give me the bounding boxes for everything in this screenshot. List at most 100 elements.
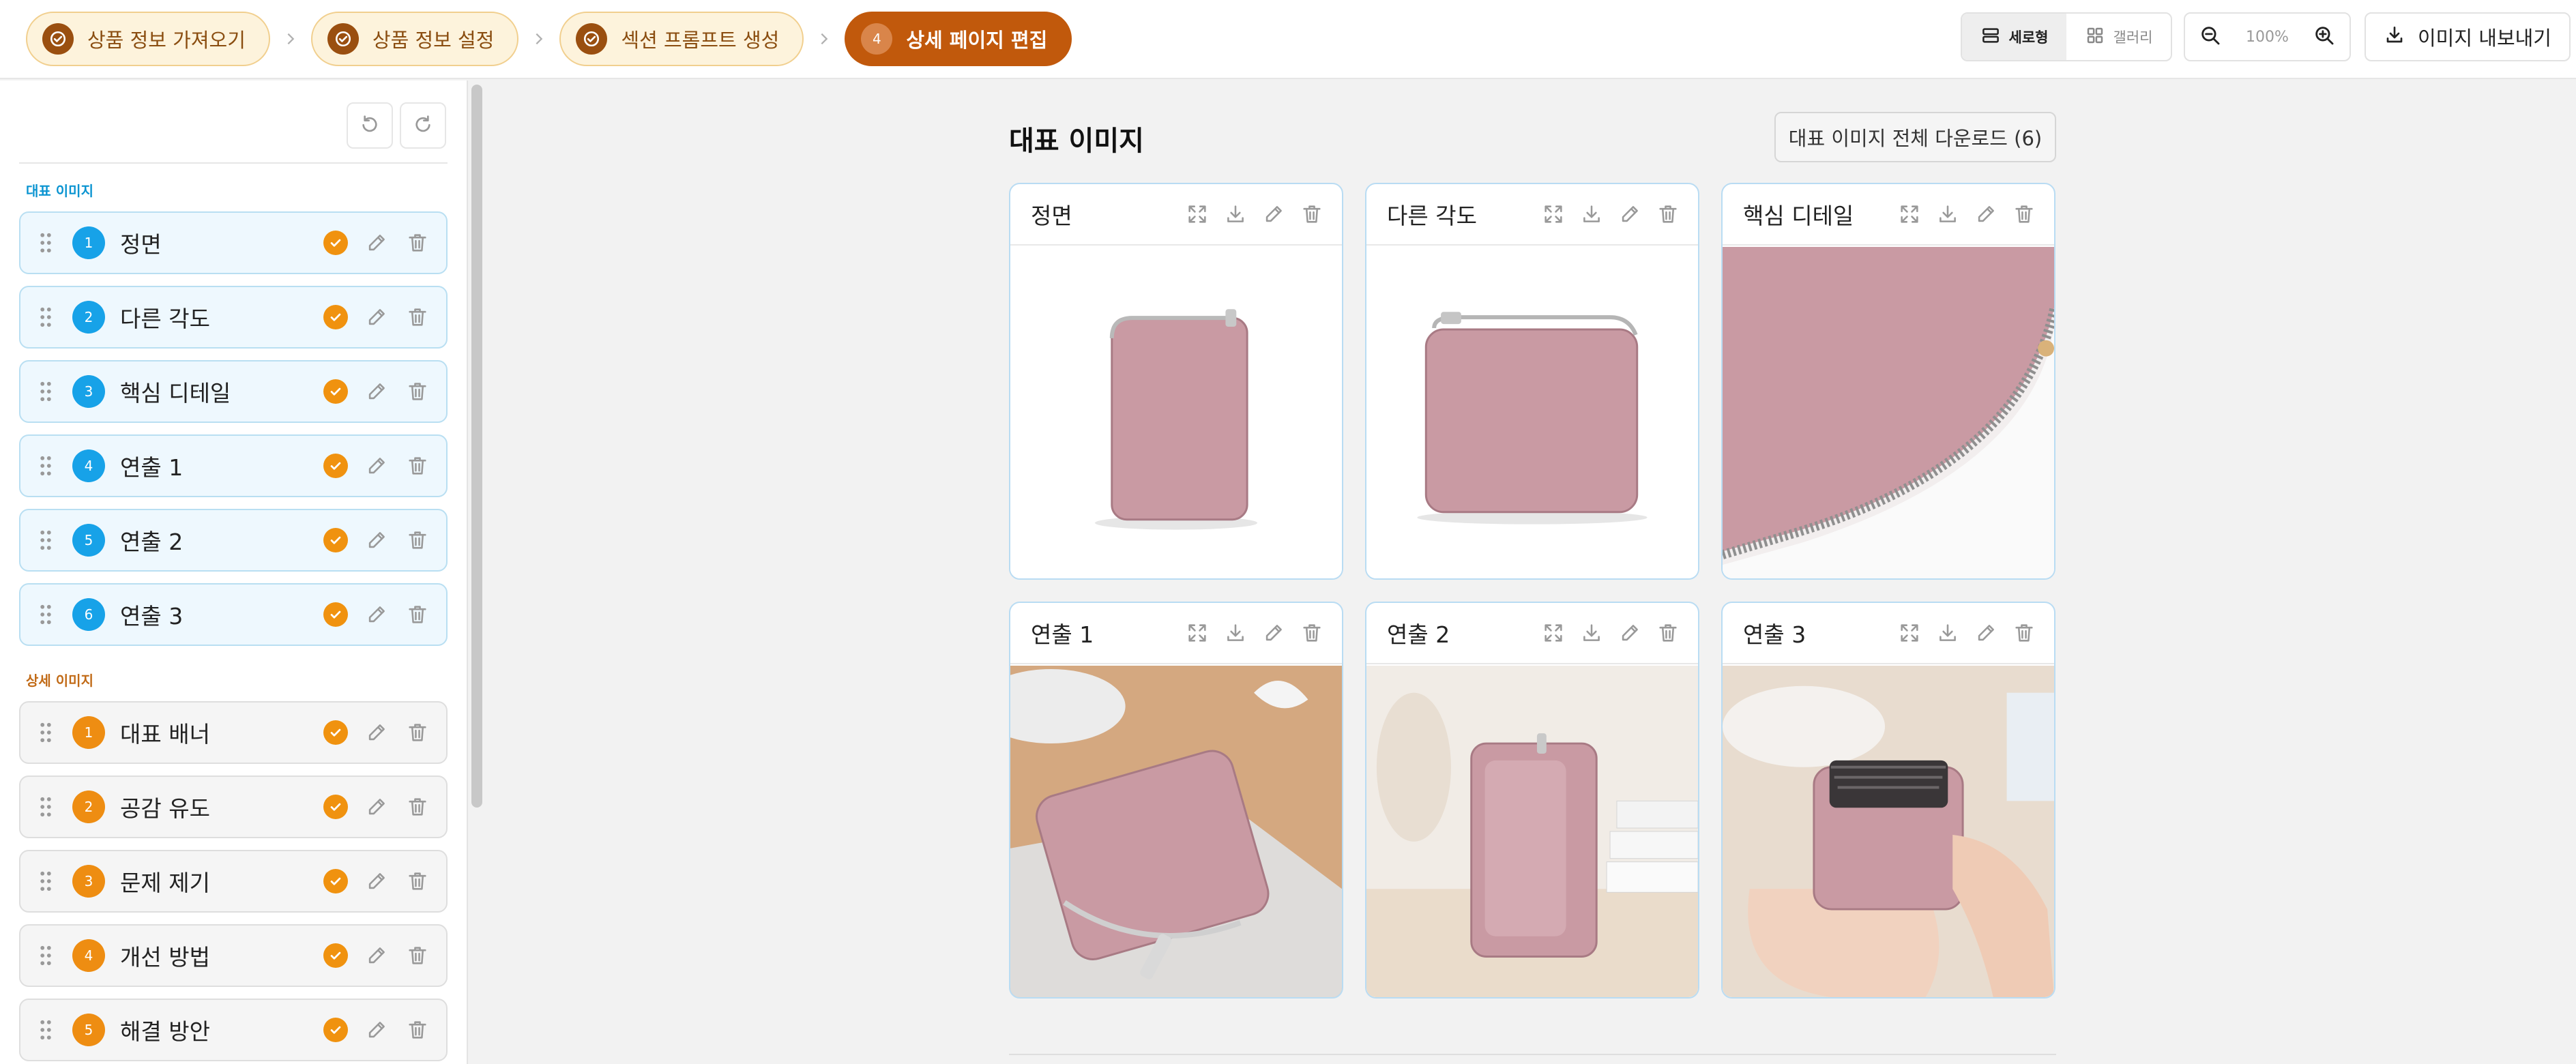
image-card[interactable]: 정면 [1009, 183, 1343, 580]
trash-icon[interactable] [405, 869, 430, 893]
trash-icon[interactable] [2012, 621, 2036, 645]
step-1[interactable]: 상품 정보 가져오기 [26, 12, 270, 66]
pencil-icon[interactable] [1261, 202, 1286, 226]
drag-handle-icon[interactable] [38, 945, 57, 966]
download-icon[interactable] [1935, 621, 1960, 645]
pencil-icon[interactable] [364, 943, 389, 968]
trash-icon[interactable] [405, 943, 430, 968]
trash-icon[interactable] [2012, 202, 2036, 226]
trash-icon[interactable] [405, 1018, 430, 1042]
trash-icon[interactable] [405, 528, 430, 552]
sidebar-item[interactable]: 2 다른 각도 [19, 286, 448, 349]
sidebar-item[interactable]: 5 연출 2 [19, 509, 448, 572]
drag-handle-icon[interactable] [38, 381, 57, 402]
trash-icon[interactable] [405, 720, 430, 745]
sidebar-item[interactable]: 4 개선 방법 [19, 924, 448, 987]
drag-handle-icon[interactable] [38, 870, 57, 892]
download-icon[interactable] [1223, 621, 1248, 645]
pencil-icon[interactable] [364, 305, 389, 329]
sidebar-item[interactable]: 6 연출 3 [19, 583, 448, 646]
image-card[interactable]: 연출 2 [1365, 602, 1699, 999]
undo-button[interactable] [347, 102, 393, 149]
pencil-icon[interactable] [1618, 202, 1642, 226]
zoom-out-icon[interactable] [2199, 24, 2222, 50]
pencil-icon[interactable] [1261, 621, 1286, 645]
step-4[interactable]: 4 상세 페이지 편집 [845, 12, 1072, 66]
expand-icon[interactable] [1897, 621, 1922, 645]
drag-handle-icon[interactable] [38, 722, 57, 743]
item-label: 해결 방안 [120, 1018, 210, 1045]
sidebar-item[interactable]: 4 연출 1 [19, 434, 448, 497]
redo-button[interactable] [400, 102, 446, 149]
card-header: 핵심 디테일 [1723, 184, 2054, 246]
pencil-icon[interactable] [364, 720, 389, 745]
trash-icon[interactable] [1656, 621, 1680, 645]
sidebar-item[interactable]: 1 대표 배너 [19, 701, 448, 764]
sidebar-item[interactable]: 3 핵심 디테일 [19, 360, 448, 423]
trash-icon[interactable] [405, 602, 430, 627]
export-button[interactable]: 이미지 내보내기 [2365, 12, 2571, 61]
product-image[interactable] [1366, 664, 1698, 997]
step-3[interactable]: 섹션 프롬프트 생성 [559, 12, 804, 66]
drag-handle-icon[interactable] [38, 455, 57, 477]
card-actions [1541, 202, 1680, 226]
drag-handle-icon[interactable] [38, 529, 57, 551]
drag-handle-icon[interactable] [38, 604, 57, 625]
drag-handle-icon[interactable] [38, 232, 57, 254]
product-image[interactable] [1723, 664, 2054, 997]
pencil-icon[interactable] [364, 231, 389, 255]
pencil-icon[interactable] [1618, 621, 1642, 645]
trash-icon[interactable] [405, 454, 430, 478]
sidebar-item[interactable]: 5 해결 방안 [19, 999, 448, 1061]
image-card[interactable]: 연출 3 [1721, 602, 2055, 999]
expand-icon[interactable] [1185, 621, 1210, 645]
view-vertical-button[interactable]: 세로형 [1962, 14, 2066, 60]
image-card[interactable]: 핵심 디테일 [1721, 183, 2055, 580]
trash-icon[interactable] [405, 305, 430, 329]
step-2[interactable]: 상품 정보 설정 [310, 12, 519, 66]
image-card[interactable]: 연출 1 [1009, 602, 1343, 999]
expand-icon[interactable] [1541, 621, 1566, 645]
pencil-icon[interactable] [364, 528, 389, 552]
pencil-icon[interactable] [364, 869, 389, 893]
drag-handle-icon[interactable] [38, 306, 57, 328]
product-image[interactable] [1010, 246, 1342, 578]
download-all-button[interactable]: 대표 이미지 전체 다운로드 (6) [1774, 112, 2056, 162]
product-image[interactable] [1010, 664, 1342, 997]
trash-icon[interactable] [1300, 621, 1324, 645]
trash-icon[interactable] [405, 795, 430, 819]
sidebar-item[interactable]: 1 정면 [19, 211, 448, 274]
trash-icon[interactable] [405, 231, 430, 255]
expand-icon[interactable] [1185, 202, 1210, 226]
expand-icon[interactable] [1541, 202, 1566, 226]
pencil-icon[interactable] [364, 795, 389, 819]
pencil-icon[interactable] [364, 602, 389, 627]
card-title: 핵심 디테일 [1743, 203, 1854, 229]
item-label: 문제 제기 [120, 870, 210, 896]
pencil-icon[interactable] [1974, 621, 1998, 645]
sidebar-scrollbar[interactable] [471, 85, 482, 808]
sidebar-item[interactable]: 2 공감 유도 [19, 775, 448, 838]
product-image[interactable] [1723, 246, 2054, 578]
drag-handle-icon[interactable] [38, 1019, 57, 1041]
pencil-icon[interactable] [1974, 202, 1998, 226]
zoom-in-icon[interactable] [2313, 24, 2336, 50]
trash-icon[interactable] [405, 379, 430, 404]
download-icon[interactable] [1579, 202, 1604, 226]
download-icon[interactable] [1935, 202, 1960, 226]
card-title: 연출 2 [1387, 621, 1450, 648]
item-label: 다른 각도 [120, 306, 210, 332]
product-image[interactable] [1366, 246, 1698, 578]
download-icon[interactable] [1223, 202, 1248, 226]
pencil-icon[interactable] [364, 454, 389, 478]
sidebar-item[interactable]: 3 문제 제기 [19, 850, 448, 913]
view-gallery-button[interactable]: 갤러리 [2066, 14, 2171, 60]
pencil-icon[interactable] [364, 1018, 389, 1042]
expand-icon[interactable] [1897, 202, 1922, 226]
drag-handle-icon[interactable] [38, 796, 57, 818]
trash-icon[interactable] [1300, 202, 1324, 226]
image-card[interactable]: 다른 각도 [1365, 183, 1699, 580]
download-icon[interactable] [1579, 621, 1604, 645]
pencil-icon[interactable] [364, 379, 389, 404]
trash-icon[interactable] [1656, 202, 1680, 226]
